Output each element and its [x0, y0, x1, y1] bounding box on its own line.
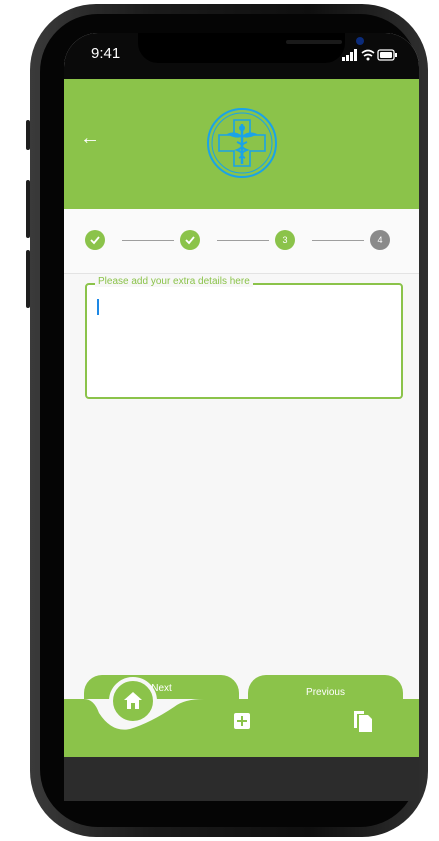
speaker — [286, 40, 342, 44]
check-icon — [90, 236, 100, 245]
wifi-icon — [361, 49, 375, 57]
step-connector — [217, 240, 269, 241]
extra-details-label: Please add your extra details here — [95, 276, 253, 287]
status-bar: 9:41 — [64, 33, 419, 79]
extra-details-textarea[interactable]: Please add your extra details here — [85, 276, 403, 399]
signal-icon — [342, 49, 357, 61]
check-icon — [185, 236, 195, 245]
notch — [138, 33, 364, 63]
volume-down-button — [26, 250, 30, 308]
step-3-active: 3 — [275, 230, 295, 250]
text-caret — [97, 299, 99, 315]
step-connector — [122, 240, 174, 241]
previous-button-label: Previous — [306, 687, 345, 698]
home-icon — [124, 692, 142, 709]
add-box-icon[interactable] — [232, 711, 252, 731]
status-icons — [342, 48, 398, 67]
step-connector — [312, 240, 364, 241]
app-header: ← — [64, 79, 419, 209]
step-4-pending: 4 — [370, 230, 390, 250]
battery-icon — [377, 49, 397, 61]
status-time: 9:41 — [91, 45, 121, 62]
home-indicator-area — [64, 757, 419, 801]
step-1-done — [85, 230, 105, 250]
progress-stepper: 3 4 — [64, 209, 419, 274]
step-2-done — [180, 230, 200, 250]
documents-icon[interactable] — [352, 709, 374, 733]
front-camera — [356, 37, 364, 45]
medical-caduceus-icon — [205, 106, 279, 180]
mute-switch — [26, 120, 30, 150]
home-button[interactable] — [109, 677, 157, 725]
volume-up-button — [26, 180, 30, 238]
arrow-left-icon[interactable]: ← — [80, 127, 100, 150]
app-screen: 9:41 ← 3 4 Please add your extra details… — [64, 33, 419, 759]
